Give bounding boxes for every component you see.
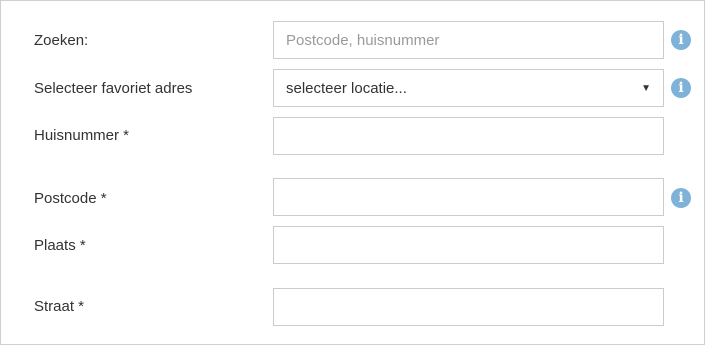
city-label: Plaats *: [34, 237, 86, 254]
search-input[interactable]: [274, 22, 663, 58]
favorite-info-icon[interactable]: i: [671, 78, 691, 98]
street-label: Straat *: [34, 298, 85, 315]
city-field[interactable]: [273, 226, 664, 264]
house-number-label: Huisnummer *: [34, 127, 130, 144]
postcode-field[interactable]: [273, 178, 664, 216]
postcode-input[interactable]: [274, 179, 663, 215]
search-label: Zoeken:: [34, 32, 89, 49]
favorite-address-selected-value: selecteer locatie...: [286, 79, 407, 97]
postcode-label: Postcode *: [34, 190, 107, 207]
postcode-info-icon[interactable]: i: [671, 188, 691, 208]
chevron-down-icon: ▼: [641, 82, 651, 94]
house-number-field[interactable]: [273, 117, 664, 155]
house-number-input[interactable]: [274, 118, 663, 154]
favorite-address-label: Selecteer favoriet adres: [34, 80, 193, 97]
search-field[interactable]: [273, 21, 664, 59]
street-field[interactable]: [273, 288, 664, 326]
search-info-icon[interactable]: i: [671, 30, 691, 50]
favorite-address-select[interactable]: selecteer locatie... ▼: [273, 69, 664, 107]
street-input[interactable]: [274, 289, 663, 325]
city-input[interactable]: [274, 227, 663, 263]
